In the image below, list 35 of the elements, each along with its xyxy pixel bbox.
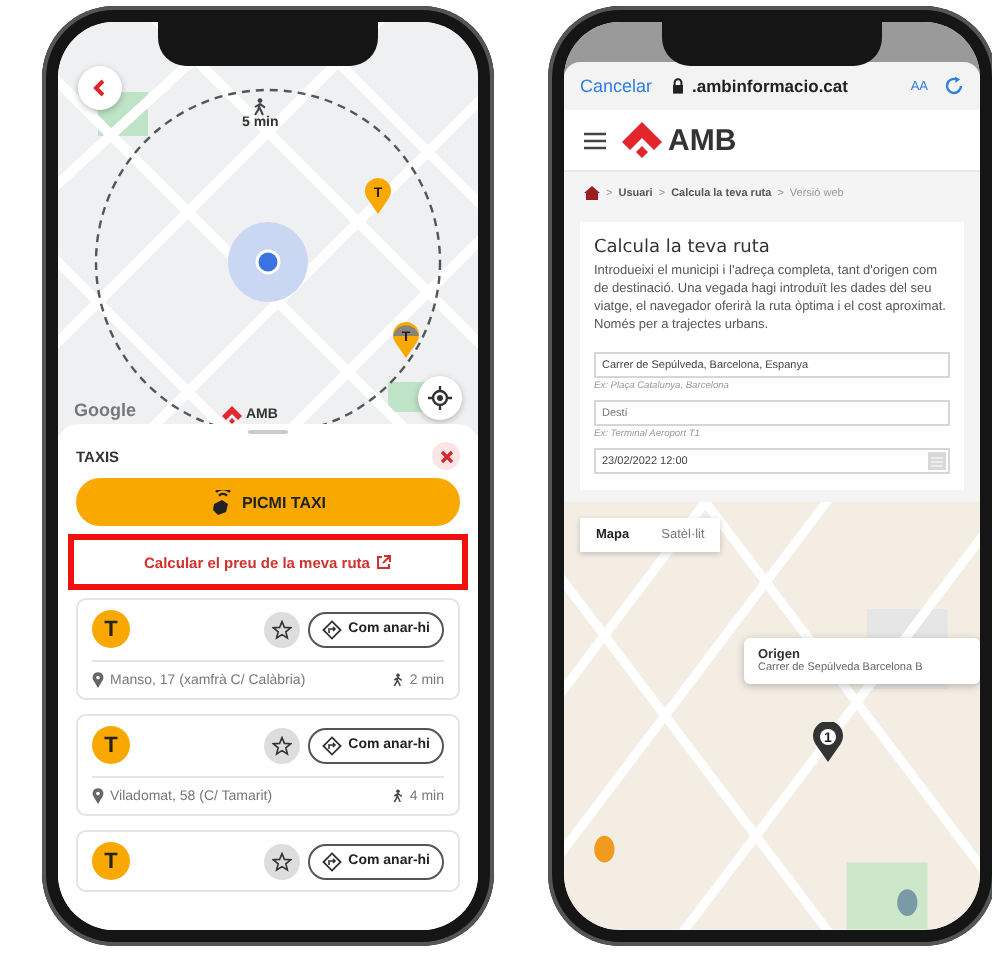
amb-logo-icon xyxy=(222,406,242,424)
directions-icon xyxy=(322,735,343,755)
url-text[interactable]: .ambinformacio.cat xyxy=(692,76,848,96)
home-icon[interactable] xyxy=(584,186,600,200)
directions-icon xyxy=(322,851,343,871)
close-button[interactable] xyxy=(432,442,460,470)
favorite-button[interactable] xyxy=(264,727,301,763)
external-link-icon xyxy=(375,554,392,570)
form-title: Calcula la teva ruta xyxy=(594,238,772,258)
star-icon xyxy=(272,619,293,639)
close-icon xyxy=(439,449,453,463)
favorite-button[interactable] xyxy=(264,843,301,879)
call-taxi-button[interactable]: PICMI TAXI xyxy=(76,478,460,526)
reload-icon[interactable] xyxy=(944,76,964,96)
taxi-badge: T xyxy=(92,610,130,648)
hand-phone-icon xyxy=(209,489,234,515)
taxi-badge: T xyxy=(92,726,130,764)
walking-person-icon xyxy=(252,98,269,116)
site-logo-text: AMB xyxy=(668,123,737,157)
location-pin-icon xyxy=(92,672,104,688)
walking-person-icon xyxy=(391,672,404,688)
directions-icon xyxy=(322,619,343,639)
map-attribution: Google xyxy=(74,400,136,420)
taxi-badge: T xyxy=(92,842,130,880)
star-icon xyxy=(272,851,293,871)
location-pin-icon xyxy=(92,788,104,804)
menu-icon[interactable] xyxy=(584,131,606,149)
favorite-button[interactable] xyxy=(264,611,301,647)
amb-logo-icon xyxy=(622,122,662,158)
star-icon xyxy=(272,735,293,755)
crosshair-icon xyxy=(428,386,452,410)
lock-icon xyxy=(672,78,685,94)
cancel-link[interactable]: Cancelar xyxy=(580,76,653,96)
chevron-left-icon xyxy=(90,78,110,98)
walking-person-icon xyxy=(391,788,404,804)
